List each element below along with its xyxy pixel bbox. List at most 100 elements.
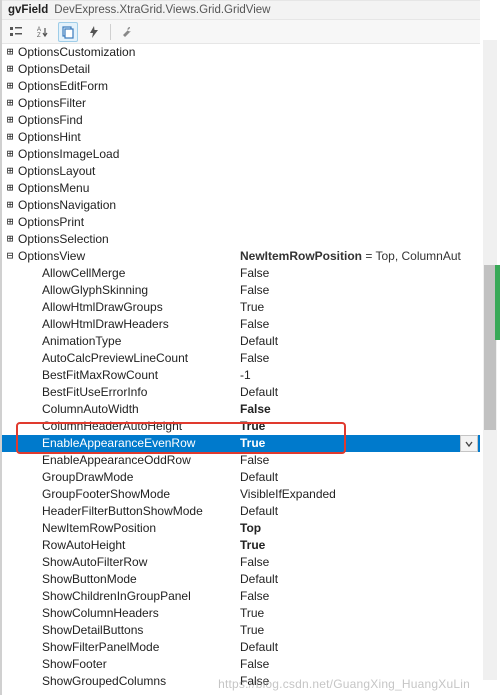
property-row-HeaderFilterButtonShowMode[interactable]: HeaderFilterButtonShowModeDefault: [2, 503, 500, 520]
category-row-OptionsHint[interactable]: OptionsHint: [2, 129, 500, 146]
category-label: OptionsFind: [18, 112, 240, 129]
property-value[interactable]: Top: [240, 520, 500, 537]
property-row-BestFitMaxRowCount[interactable]: BestFitMaxRowCount-1: [2, 367, 500, 384]
property-name: HeaderFilterButtonShowMode: [18, 503, 240, 520]
property-name: ShowFooter: [18, 656, 240, 673]
property-value[interactable]: True: [240, 622, 500, 639]
property-row-BestFitUseErrorInfo[interactable]: BestFitUseErrorInfoDefault: [2, 384, 500, 401]
property-value[interactable]: False: [240, 673, 500, 690]
category-label: OptionsLayout: [18, 163, 240, 180]
property-pages-button[interactable]: [58, 22, 78, 42]
property-value[interactable]: True: [240, 537, 500, 554]
value-dropdown-button[interactable]: [460, 435, 478, 452]
property-row-NewItemRowPosition[interactable]: NewItemRowPositionTop: [2, 520, 500, 537]
events-button[interactable]: [84, 22, 104, 42]
property-grid-panel: gvField DevExpress.XtraGrid.Views.Grid.G…: [0, 0, 500, 695]
property-row-AutoCalcPreviewLineCount[interactable]: AutoCalcPreviewLineCountFalse: [2, 350, 500, 367]
category-row-OptionsEditForm[interactable]: OptionsEditForm: [2, 78, 500, 95]
property-value[interactable]: -1: [240, 367, 500, 384]
property-row-AnimationType[interactable]: AnimationTypeDefault: [2, 333, 500, 350]
property-value[interactable]: Default: [240, 639, 500, 656]
wrench-button[interactable]: [117, 22, 137, 42]
category-row-OptionsDetail[interactable]: OptionsDetail: [2, 61, 500, 78]
scrollbar-outer: [480, 0, 500, 695]
property-value[interactable]: VisibleIfExpanded: [240, 486, 500, 503]
property-value[interactable]: False: [240, 265, 500, 282]
category-row-OptionsView[interactable]: OptionsViewNewItemRowPosition = Top, Col…: [2, 248, 500, 265]
property-name: ShowGroupedColumns: [18, 673, 240, 690]
property-row-EnableAppearanceEvenRow[interactable]: EnableAppearanceEvenRowTrue: [2, 435, 500, 452]
category-row-OptionsNavigation[interactable]: OptionsNavigation: [2, 197, 500, 214]
property-value[interactable]: Default: [240, 333, 500, 350]
svg-text:Z: Z: [37, 33, 41, 39]
property-row-AllowHtmlDrawGroups[interactable]: AllowHtmlDrawGroupsTrue: [2, 299, 500, 316]
property-row-ShowDetailButtons[interactable]: ShowDetailButtonsTrue: [2, 622, 500, 639]
property-name: NewItemRowPosition: [18, 520, 240, 537]
property-name: ColumnAutoWidth: [18, 401, 240, 418]
collapse-icon[interactable]: [2, 247, 18, 266]
property-value[interactable]: False: [240, 401, 500, 418]
property-row-ShowGroupedColumns[interactable]: ShowGroupedColumnsFalse: [2, 673, 500, 690]
category-label: OptionsHint: [18, 129, 240, 146]
property-name: AllowGlyphSkinning: [18, 282, 240, 299]
category-label: OptionsEditForm: [18, 78, 240, 95]
property-value[interactable]: False: [240, 656, 500, 673]
property-value[interactable]: Default: [240, 384, 500, 401]
category-row-OptionsCustomization[interactable]: OptionsCustomization: [2, 44, 500, 61]
scrollbar-track[interactable]: [483, 40, 497, 680]
property-grid-toolbar: AZ: [2, 20, 500, 44]
property-value[interactable]: False: [240, 452, 500, 469]
property-row-AllowHtmlDrawHeaders[interactable]: AllowHtmlDrawHeadersFalse: [2, 316, 500, 333]
property-value[interactable]: False: [240, 350, 500, 367]
property-value[interactable]: False: [240, 282, 500, 299]
alphabetical-button[interactable]: AZ: [32, 22, 52, 42]
property-value[interactable]: Default: [240, 469, 500, 486]
property-row-ShowColumnHeaders[interactable]: ShowColumnHeadersTrue: [2, 605, 500, 622]
category-label: OptionsView: [18, 248, 240, 265]
category-label: OptionsPrint: [18, 214, 240, 231]
property-value[interactable]: False: [240, 554, 500, 571]
property-name: AllowCellMerge: [18, 265, 240, 282]
categorized-button[interactable]: [6, 22, 26, 42]
category-label: OptionsCustomization: [18, 44, 240, 61]
property-value[interactable]: True: [240, 605, 500, 622]
property-row-ShowFilterPanelMode[interactable]: ShowFilterPanelModeDefault: [2, 639, 500, 656]
property-row-ColumnAutoWidth[interactable]: ColumnAutoWidthFalse: [2, 401, 500, 418]
property-value[interactable]: True: [240, 418, 500, 435]
property-name: AllowHtmlDrawHeaders: [18, 316, 240, 333]
property-row-ShowFooter[interactable]: ShowFooterFalse: [2, 656, 500, 673]
property-name: AllowHtmlDrawGroups: [18, 299, 240, 316]
category-row-OptionsPrint[interactable]: OptionsPrint: [2, 214, 500, 231]
property-grid-body: OptionsCustomizationOptionsDetailOptions…: [2, 44, 500, 692]
component-name: gvField: [8, 4, 48, 16]
property-value[interactable]: False: [240, 588, 500, 605]
property-name: BestFitMaxRowCount: [18, 367, 240, 384]
property-row-EnableAppearanceOddRow[interactable]: EnableAppearanceOddRowFalse: [2, 452, 500, 469]
property-name: BestFitUseErrorInfo: [18, 384, 240, 401]
property-name: GroupFooterShowMode: [18, 486, 240, 503]
category-row-OptionsFind[interactable]: OptionsFind: [2, 112, 500, 129]
property-value[interactable]: Default: [240, 571, 500, 588]
property-row-ShowChildrenInGroupPanel[interactable]: ShowChildrenInGroupPanelFalse: [2, 588, 500, 605]
property-value[interactable]: Default: [240, 503, 500, 520]
component-selector[interactable]: gvField DevExpress.XtraGrid.Views.Grid.G…: [2, 0, 500, 20]
property-name: ColumnHeaderAutoHeight: [18, 418, 240, 435]
property-value[interactable]: False: [240, 316, 500, 333]
category-row-OptionsLayout[interactable]: OptionsLayout: [2, 163, 500, 180]
category-row-OptionsImageLoad[interactable]: OptionsImageLoad: [2, 146, 500, 163]
property-row-RowAutoHeight[interactable]: RowAutoHeightTrue: [2, 537, 500, 554]
property-row-GroupDrawMode[interactable]: GroupDrawModeDefault: [2, 469, 500, 486]
property-row-AllowGlyphSkinning[interactable]: AllowGlyphSkinningFalse: [2, 282, 500, 299]
property-row-ColumnHeaderAutoHeight[interactable]: ColumnHeaderAutoHeightTrue: [2, 418, 500, 435]
category-row-OptionsMenu[interactable]: OptionsMenu: [2, 180, 500, 197]
category-label: OptionsImageLoad: [18, 146, 240, 163]
property-name: GroupDrawMode: [18, 469, 240, 486]
property-row-AllowCellMerge[interactable]: AllowCellMergeFalse: [2, 265, 500, 282]
property-name: ShowDetailButtons: [18, 622, 240, 639]
property-row-GroupFooterShowMode[interactable]: GroupFooterShowModeVisibleIfExpanded: [2, 486, 500, 503]
property-value[interactable]: True: [240, 299, 500, 316]
property-row-ShowAutoFilterRow[interactable]: ShowAutoFilterRowFalse: [2, 554, 500, 571]
category-row-OptionsFilter[interactable]: OptionsFilter: [2, 95, 500, 112]
category-row-OptionsSelection[interactable]: OptionsSelection: [2, 231, 500, 248]
property-row-ShowButtonMode[interactable]: ShowButtonModeDefault: [2, 571, 500, 588]
